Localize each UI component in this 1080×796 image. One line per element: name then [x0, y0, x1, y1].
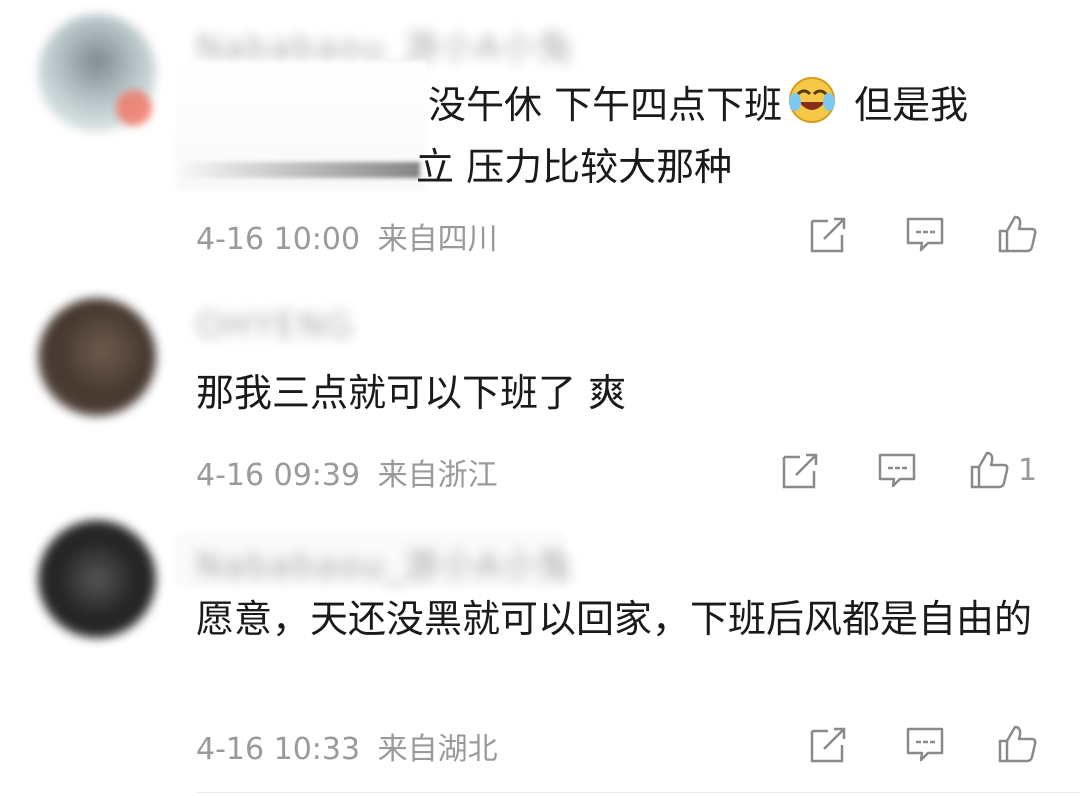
divider: [196, 792, 1080, 793]
comment-icon[interactable]: [904, 723, 946, 765]
comment-date: 4-16 10:33: [196, 732, 361, 767]
comment-location: 来自湖北: [377, 732, 498, 767]
username[interactable]: Nababaou_游小A小兔: [196, 538, 574, 587]
avatar[interactable]: [38, 520, 156, 638]
comment-text: 愿意，天还没黑就可以回家，下班后风都是自由的: [196, 597, 1033, 641]
thumbs-up-icon[interactable]: [996, 723, 1038, 765]
share-icon[interactable]: [808, 723, 850, 765]
comment-item: Nababaou_游小A小兔 愿意，天还没黑就可以回家，下班后风都是自由的 4-…: [0, 0, 1080, 796]
comment-meta: 4-16 10:33 来自湖北: [196, 724, 498, 768]
comment-actions: [808, 723, 1038, 765]
